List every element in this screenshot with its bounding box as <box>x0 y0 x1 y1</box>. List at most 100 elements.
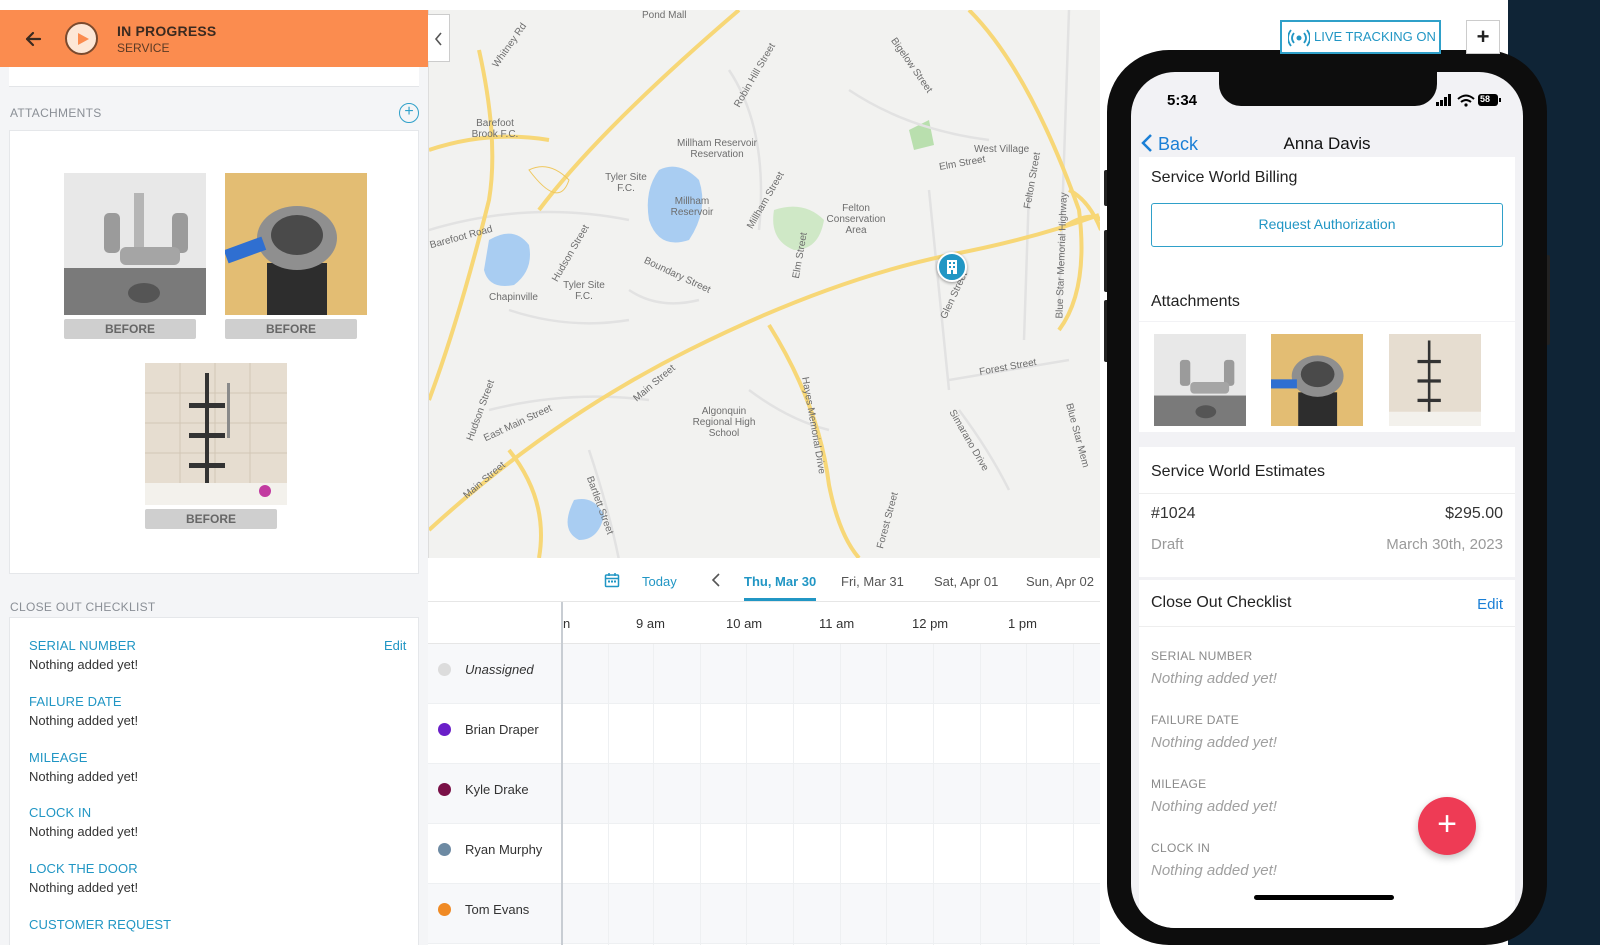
checklist-card: Close Out Checklist Edit SERIAL NUMBER N… <box>1139 580 1515 928</box>
status-subtitle: SERVICE <box>117 41 170 55</box>
disposal-photo[interactable] <box>225 173 367 315</box>
checklist-item-value: Nothing added yet! <box>29 713 139 728</box>
tab-day-active[interactable]: Thu, Mar 30 <box>744 574 816 589</box>
grid-line <box>933 644 934 945</box>
resource-color-dot <box>438 783 451 796</box>
status-header: IN PROGRESS SERVICE <box>0 10 428 67</box>
broadcast-icon <box>1288 29 1310 47</box>
grid-line <box>1073 644 1074 945</box>
map-label: Tyler Site F.C. <box>605 172 647 194</box>
date-navigation: Today Thu, Mar 30 Fri, Mar 31 Sat, Apr 0… <box>428 558 1100 602</box>
attachments-title: Attachments <box>1151 293 1240 310</box>
attachment-item[interactable]: BEFORE <box>225 173 367 339</box>
checklist-item-value[interactable]: Nothing added yet! <box>1151 862 1277 879</box>
phone-notch <box>1219 72 1437 106</box>
resource-row[interactable]: Unassigned <box>428 644 1100 704</box>
chevron-left-icon[interactable] <box>710 572 724 588</box>
map-view[interactable]: Pond Mall Whitney Rd Robin Hill Street B… <box>428 10 1100 558</box>
grid-line <box>746 644 747 945</box>
grid-line <box>700 644 701 945</box>
grid-line <box>980 644 981 945</box>
map-label: Algonquin Regional High School <box>692 406 756 439</box>
checklist-item[interactable]: SERIAL NUMBER Nothing added yet! <box>29 638 138 672</box>
resource-name: Ryan Murphy <box>465 842 543 857</box>
calendar-icon[interactable] <box>604 572 620 588</box>
resource-row[interactable]: Tom Evans <box>428 884 1100 944</box>
collapse-panel-button[interactable] <box>428 14 450 62</box>
add-fab-button[interactable]: + <box>1418 797 1476 855</box>
checklist-item-title: FAILURE DATE <box>29 694 122 709</box>
checklist-item[interactable]: CLOCK IN Nothing added yet! <box>29 805 138 839</box>
time-label: 9 am <box>636 616 665 631</box>
location-marker-icon[interactable] <box>937 252 967 282</box>
divider <box>1139 493 1515 494</box>
checklist-label: CLOSE OUT CHECKLIST <box>10 600 156 614</box>
billing-card: Service World Billing Request Authorizat… <box>1139 157 1515 287</box>
attachment-item[interactable]: BEFORE <box>64 173 206 339</box>
resource-row[interactable]: Ryan Murphy <box>428 824 1100 884</box>
tab-day[interactable]: Sun, Apr 02 <box>1026 574 1094 589</box>
zoom-in-button[interactable]: + <box>1466 20 1500 54</box>
estimate-amount: $295.00 <box>1445 505 1503 522</box>
checklist-item-value[interactable]: Nothing added yet! <box>1151 734 1277 751</box>
map-label: Millham Reservoir Reservation <box>677 138 758 160</box>
checklist-item[interactable]: LOCK THE DOOR Nothing added yet! <box>29 861 138 895</box>
checklist-edit-link[interactable]: Edit <box>1477 596 1503 613</box>
add-attachment-icon[interactable]: + <box>399 103 419 123</box>
today-button[interactable]: Today <box>642 574 677 589</box>
live-tracking-toggle[interactable]: LIVE TRACKING ON <box>1280 20 1441 54</box>
checklist-item-title: MILEAGE <box>29 750 88 765</box>
status-time: 5:34 <box>1167 92 1198 109</box>
checklist-title: Close Out Checklist <box>1151 594 1292 611</box>
estimates-card[interactable]: Service World Estimates #1024 $295.00 Dr… <box>1139 447 1515 577</box>
checklist-item-value: Nothing added yet! <box>29 880 139 895</box>
checklist-item[interactable]: MILEAGE Nothing added yet! <box>29 750 138 784</box>
attachments-card: BEFORE BEFORE BEFORE <box>9 130 419 574</box>
time-label: 1 pm <box>1008 616 1037 631</box>
checklist-item-value: Nothing added yet! <box>29 769 139 784</box>
play-status-icon[interactable] <box>65 22 98 55</box>
checklist-edit-link[interactable]: Edit <box>384 638 406 653</box>
map-label: Pond Mall <box>642 10 687 21</box>
checklist-item-value[interactable]: Nothing added yet! <box>1151 798 1277 815</box>
grid-line <box>653 644 654 945</box>
resource-row[interactable]: Brian Draper <box>428 704 1100 764</box>
map-label: Barefoot Brook F.C. <box>471 118 519 140</box>
tab-day[interactable]: Sat, Apr 01 <box>934 574 998 589</box>
back-arrow-icon[interactable] <box>22 28 44 50</box>
shower-photo[interactable] <box>145 363 287 505</box>
estimate-date: March 30th, 2023 <box>1386 536 1503 553</box>
attachment-item[interactable]: BEFORE <box>145 363 287 529</box>
resource-name: Unassigned <box>465 662 534 677</box>
checklist-item-value[interactable]: Nothing added yet! <box>1151 670 1277 687</box>
attachments-header-card: Attachments <box>1139 277 1515 321</box>
request-authorization-button[interactable]: Request Authorization <box>1151 203 1503 247</box>
time-label: 11 am <box>819 616 855 631</box>
map-label: Felton Conservation Area <box>826 203 886 236</box>
disposal-photo[interactable] <box>1271 334 1363 426</box>
map-label: Chapinville <box>489 292 538 303</box>
job-detail-panel: IN PROGRESS SERVICE ATTACHMENTS + BEFORE <box>0 10 428 945</box>
resource-color-dot <box>438 723 451 736</box>
checklist-item-title: MILEAGE <box>1151 777 1207 791</box>
checklist-item[interactable]: FAILURE DATE Nothing added yet! <box>29 694 138 728</box>
checklist-item-title: CUSTOMER REQUEST <box>29 917 172 932</box>
grid-line <box>793 644 794 945</box>
tab-day[interactable]: Fri, Mar 31 <box>841 574 904 589</box>
resource-row[interactable]: Kyle Drake <box>428 764 1100 824</box>
faucet-photo[interactable] <box>1154 334 1246 426</box>
checklist-item-value: Nothing added yet! <box>29 824 139 839</box>
map-label: Millham Reservoir <box>670 196 714 218</box>
dispatch-scheduler: Today Thu, Mar 30 Fri, Mar 31 Sat, Apr 0… <box>428 558 1100 945</box>
divider <box>1139 626 1515 627</box>
faucet-photo[interactable] <box>64 173 206 315</box>
shower-photo[interactable] <box>1389 334 1481 426</box>
live-tracking-label: LIVE TRACKING ON <box>1314 29 1436 44</box>
billing-title: Service World Billing <box>1151 169 1298 186</box>
checklist-item-title: SERIAL NUMBER <box>1151 649 1253 663</box>
grid-line <box>886 644 887 945</box>
estimates-title: Service World Estimates <box>1151 463 1325 480</box>
checklist-item[interactable]: CUSTOMER REQUEST <box>29 917 171 932</box>
grid-line <box>608 644 609 945</box>
grid-line <box>840 644 841 945</box>
